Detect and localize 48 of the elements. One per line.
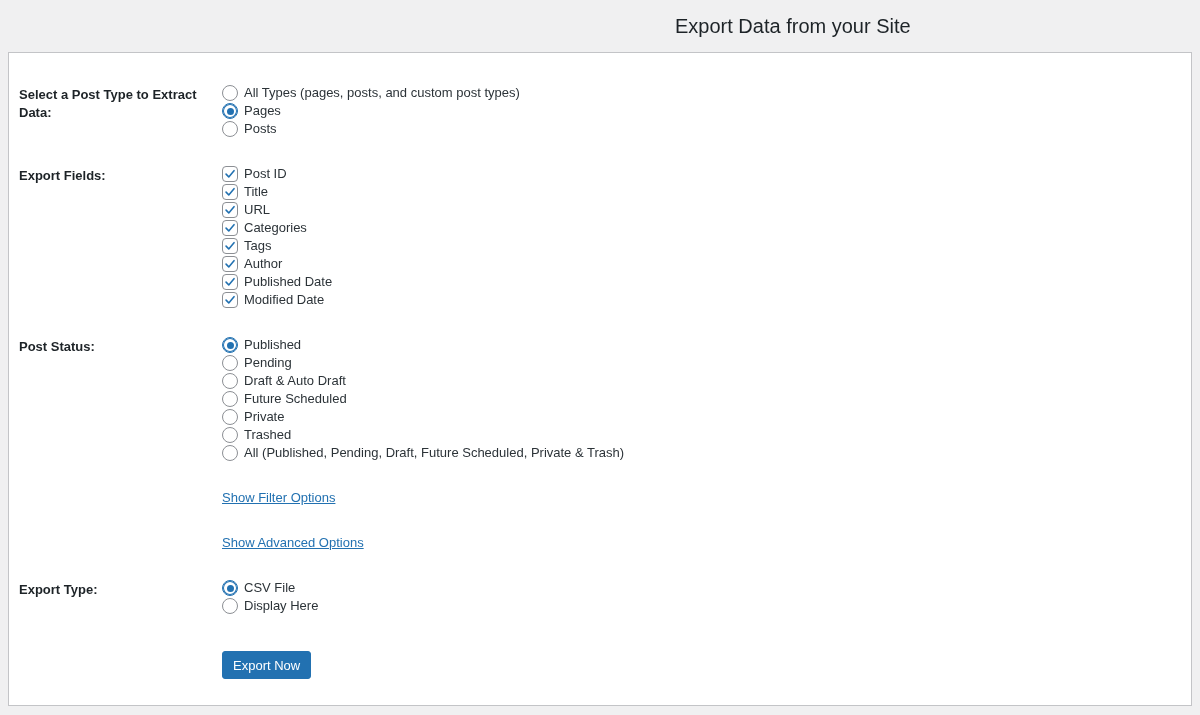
- checkbox[interactable]: [222, 220, 238, 236]
- option-label: Published Date: [244, 273, 333, 291]
- radio-button[interactable]: [222, 580, 238, 596]
- radio-button[interactable]: [222, 337, 238, 353]
- radio-button[interactable]: [222, 598, 238, 614]
- option-label: Title: [244, 183, 269, 201]
- radio-button[interactable]: [222, 391, 238, 407]
- option-label: Pending: [244, 354, 292, 372]
- options-link[interactable]: Show Advanced Options: [222, 534, 364, 552]
- option-label: Trashed: [244, 426, 292, 444]
- option-label: Published: [244, 336, 302, 354]
- checkbox[interactable]: [222, 274, 238, 290]
- options-link[interactable]: Show Filter Options: [222, 489, 336, 507]
- radio-button[interactable]: [222, 445, 238, 461]
- checkbox[interactable]: [222, 184, 238, 200]
- checkbox[interactable]: [222, 238, 238, 254]
- option-label: Future Scheduled: [244, 390, 347, 408]
- option-label: All Types (pages, posts, and custom post types): [244, 84, 520, 102]
- export-button[interactable]: Export Now: [222, 651, 312, 679]
- radio-button[interactable]: [222, 121, 238, 137]
- checkbox[interactable]: [222, 202, 238, 218]
- checkbox[interactable]: [222, 292, 238, 308]
- radio-button[interactable]: [222, 355, 238, 371]
- option-label: All (Published, Pending, Draft, Future Scheduled, Private & Trash): [244, 444, 625, 462]
- option-label: Modified Date: [244, 291, 325, 309]
- option-label: Private: [244, 408, 285, 426]
- radio-button[interactable]: [222, 85, 238, 101]
- radio-button[interactable]: [222, 373, 238, 389]
- option-label: Draft & Auto Draft: [244, 372, 346, 390]
- option-label: Post ID: [244, 165, 287, 183]
- option-label: Categories: [244, 219, 307, 237]
- field-label: Export Type:: [19, 581, 99, 599]
- option-label: Author: [244, 255, 283, 273]
- radio-button[interactable]: [222, 409, 238, 425]
- field-label: Export Fields:: [19, 167, 107, 185]
- option-label: Display Here: [244, 597, 319, 615]
- page-title: Export Data from your Site: [675, 14, 911, 38]
- option-label: URL: [244, 201, 270, 219]
- checkbox[interactable]: [222, 256, 238, 272]
- field-label: Post Status:: [19, 338, 96, 356]
- field-label: Select a Post Type to Extract Data:: [19, 86, 198, 122]
- option-label: CSV File: [244, 579, 296, 597]
- radio-button[interactable]: [222, 103, 238, 119]
- checkbox[interactable]: [222, 166, 238, 182]
- option-label: Pages: [244, 102, 281, 120]
- option-label: Posts: [244, 120, 277, 138]
- option-label: Tags: [244, 237, 272, 255]
- radio-button[interactable]: [222, 427, 238, 443]
